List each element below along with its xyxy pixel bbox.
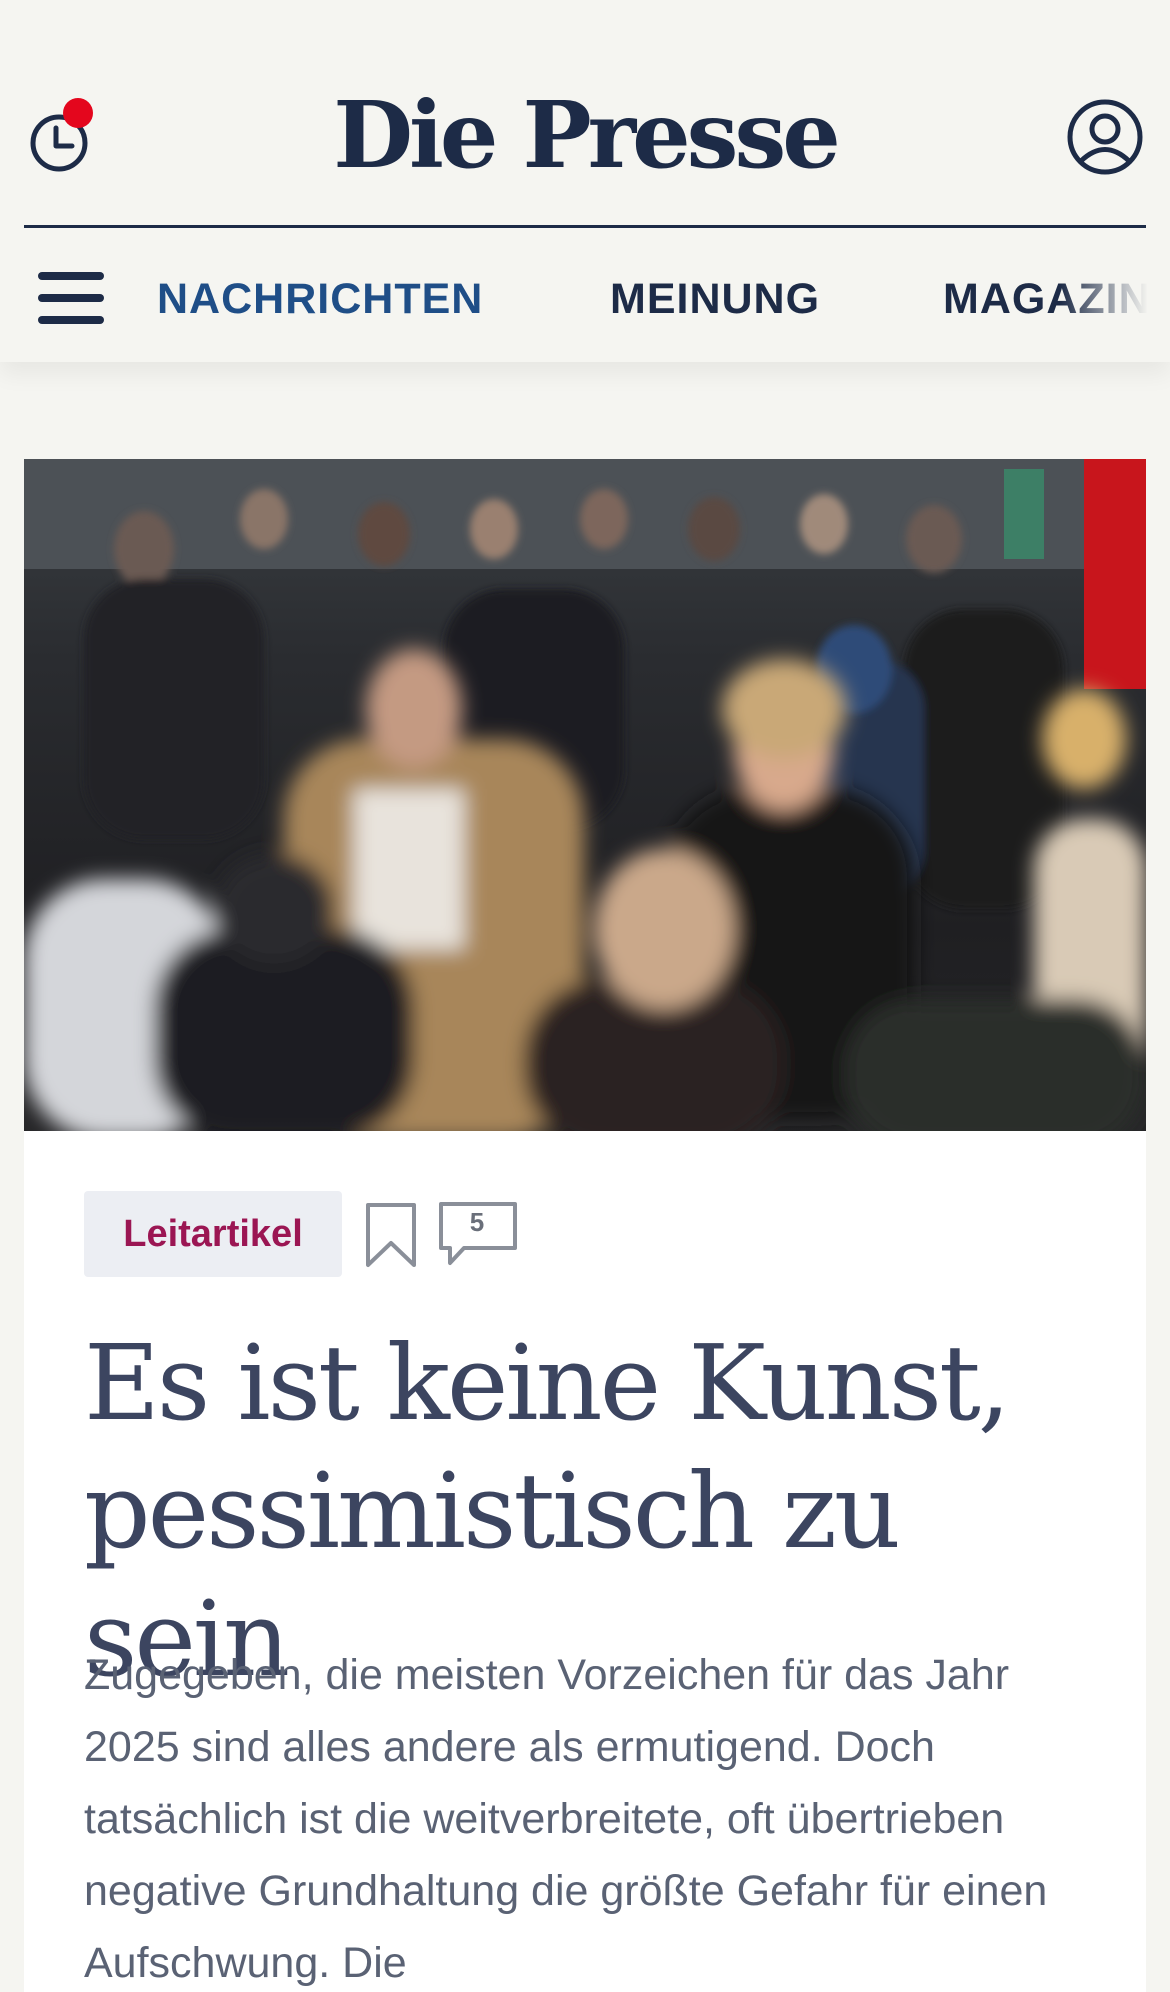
main-nav: NACHRICHTEN MEINUNG MAGAZIN bbox=[0, 228, 1170, 362]
user-icon bbox=[1067, 99, 1143, 175]
crowd-photo bbox=[24, 459, 1146, 1131]
hero-image bbox=[24, 459, 1146, 1131]
category-tag[interactable]: Leitartikel bbox=[84, 1191, 342, 1277]
account-button[interactable] bbox=[1066, 98, 1144, 176]
hamburger-icon-line bbox=[38, 316, 104, 324]
comment-count: 5 bbox=[469, 1207, 485, 1237]
article-card[interactable]: Leitartikel 5 Es ist keine Kunst, pessim… bbox=[24, 459, 1146, 1992]
article-lead: Zugegeben, die meisten Vorzeichen für da… bbox=[84, 1651, 1048, 1987]
site-logo[interactable]: Die Presse bbox=[0, 80, 1170, 190]
nav-item-meinung[interactable]: MEINUNG bbox=[610, 270, 820, 328]
bookmark-icon bbox=[366, 1203, 416, 1267]
nav-item-nachrichten[interactable]: NACHRICHTEN bbox=[157, 270, 483, 328]
bookmark-button[interactable] bbox=[364, 1201, 418, 1271]
nav-item-magazin[interactable]: MAGAZIN bbox=[943, 270, 1151, 328]
hamburger-icon bbox=[38, 272, 104, 280]
hamburger-icon-line bbox=[38, 294, 104, 302]
comments-button[interactable]: 5 bbox=[438, 1201, 520, 1269]
menu-button[interactable] bbox=[38, 272, 106, 328]
site-header: Die Presse NACHRICHTEN MEINUNG MAGAZIN bbox=[0, 0, 1170, 362]
